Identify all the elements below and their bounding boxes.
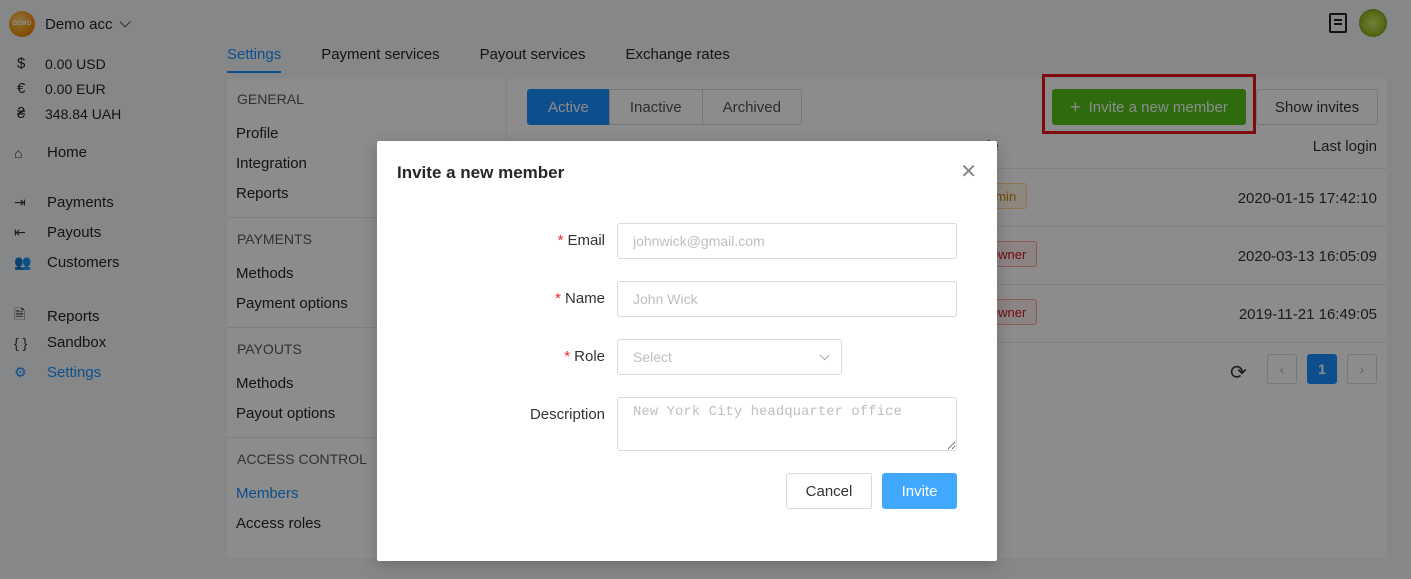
name-label-text: Name — [564, 290, 605, 307]
invite-button[interactable]: Invite — [882, 473, 957, 509]
role-label-text: Role — [574, 348, 605, 365]
role-select-placeholder: Select — [633, 349, 672, 365]
email-label-text: Email — [567, 232, 605, 249]
name-field[interactable] — [617, 281, 957, 317]
close-icon[interactable]: ✕ — [960, 159, 977, 184]
description-label: Description — [529, 406, 605, 423]
email-field[interactable] — [617, 223, 957, 259]
required-mark: * — [557, 232, 564, 249]
description-field[interactable] — [617, 397, 957, 451]
cancel-button[interactable]: Cancel — [786, 473, 872, 509]
required-mark: * — [555, 290, 561, 307]
dialog-title: Invite a new member — [397, 163, 565, 182]
role-label: * Role — [564, 348, 605, 365]
name-label: * Name — [555, 290, 605, 307]
required-mark: * — [564, 348, 571, 365]
email-label: * Email — [558, 232, 605, 249]
invite-member-dialog: Invite a new member ✕ *Email *Name *Role… — [377, 141, 997, 561]
chevron-down-icon — [819, 349, 830, 360]
role-select[interactable]: Select — [617, 339, 842, 375]
